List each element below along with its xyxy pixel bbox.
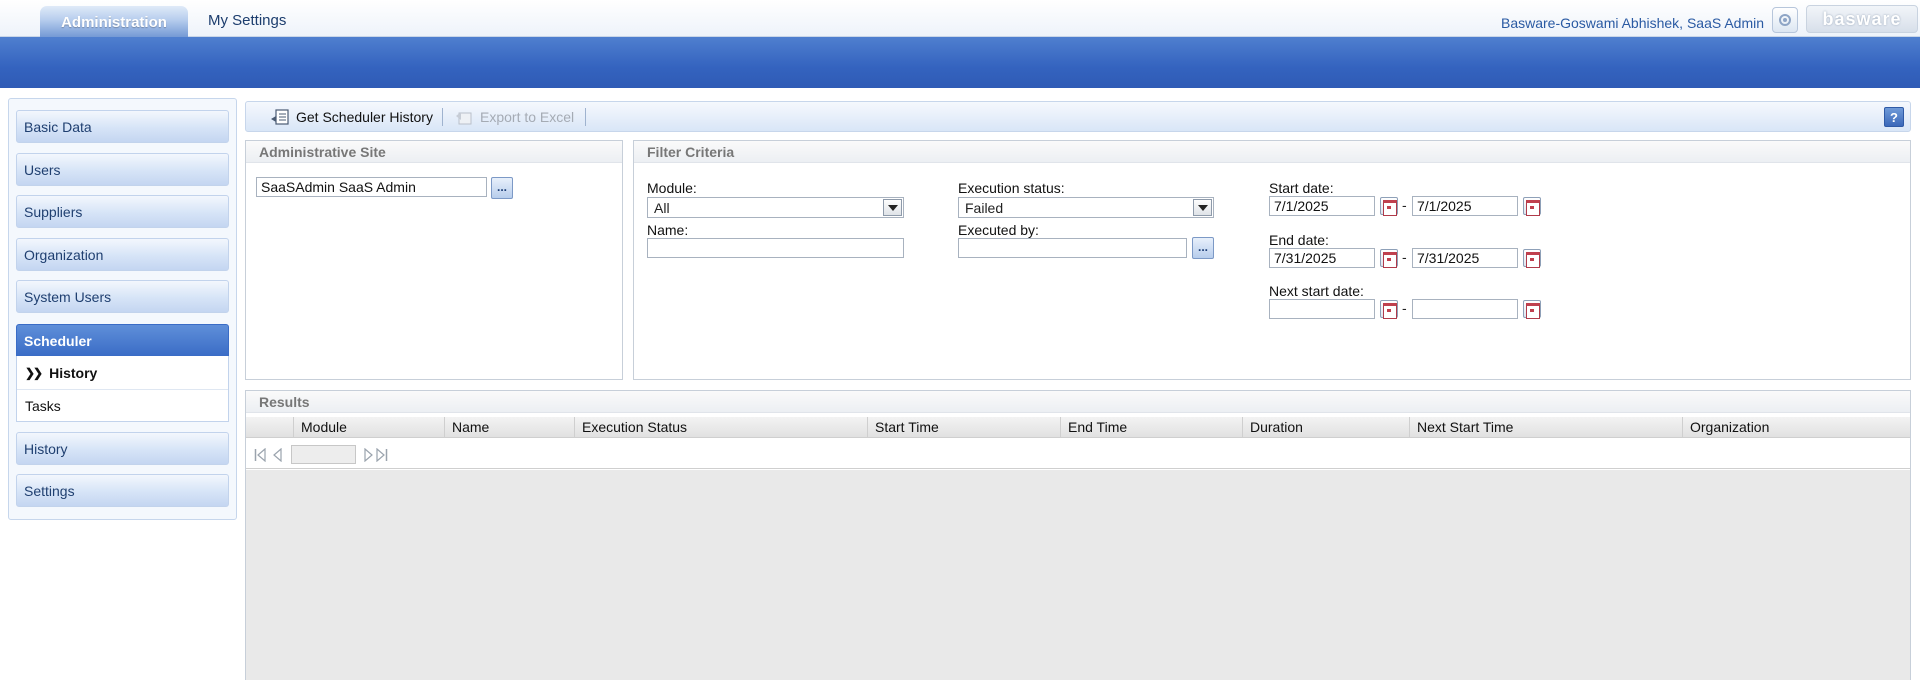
results-panel: Results Module Name Execution Status Sta… [245, 390, 1911, 680]
export-excel-icon [454, 108, 474, 126]
first-page-icon[interactable] [254, 448, 266, 462]
range-dash: - [1402, 197, 1407, 213]
column-header-module[interactable]: Module [293, 417, 444, 438]
column-header-execution-status[interactable]: Execution Status [574, 417, 867, 438]
next-start-date-from-input[interactable] [1269, 299, 1375, 319]
subnav-item-label: Tasks [25, 398, 61, 414]
filter-criteria-panel: Filter Criteria Module: All Name: Execut… [633, 140, 1911, 380]
next-start-date-to-input[interactable] [1412, 299, 1518, 319]
double-chevron-right-icon: ❯❯ [25, 365, 43, 380]
name-label: Name: [647, 222, 689, 238]
calendar-icon[interactable] [1523, 249, 1541, 268]
calendar-icon[interactable] [1380, 300, 1398, 319]
calendar-icon[interactable] [1380, 249, 1398, 268]
administrative-site-input[interactable] [256, 177, 487, 197]
end-date-label: End date: [1269, 232, 1329, 248]
module-label: Module: [647, 180, 697, 196]
name-input[interactable] [647, 238, 904, 258]
module-select-value: All [654, 199, 670, 216]
sidebar: Basic Data Users Suppliers Organization … [8, 98, 237, 520]
calendar-icon[interactable] [1380, 197, 1398, 216]
column-header-select [246, 417, 293, 438]
last-page-icon[interactable] [376, 448, 388, 462]
basware-logo: basware [1806, 5, 1918, 33]
start-date-label: Start date: [1269, 180, 1334, 196]
subnav-item-history[interactable]: ❯❯ History [17, 356, 228, 389]
execution-status-select[interactable]: Failed [958, 197, 1214, 218]
subnav-item-label: History [49, 364, 98, 381]
column-header-name[interactable]: Name [444, 417, 574, 438]
execution-status-value: Failed [965, 199, 1004, 216]
next-page-icon[interactable] [362, 448, 374, 462]
sidebar-item-organization[interactable]: Organization [16, 238, 229, 271]
range-dash: - [1402, 300, 1407, 316]
sidebar-item-scheduler[interactable]: Scheduler [16, 324, 229, 357]
column-header-start-time[interactable]: Start Time [867, 417, 1060, 438]
toolbar-separator [442, 108, 443, 126]
header-band [0, 37, 1920, 88]
tab-my-settings[interactable]: My Settings [208, 12, 286, 29]
toolbar-separator [585, 108, 586, 126]
calendar-icon[interactable] [1523, 300, 1541, 319]
start-date-to-input[interactable] [1412, 196, 1518, 216]
sidebar-item-history[interactable]: History [16, 432, 229, 465]
start-date-from-input[interactable] [1269, 196, 1375, 216]
sidebar-item-basic-data[interactable]: Basic Data [16, 110, 229, 143]
column-header-duration[interactable]: Duration [1242, 417, 1409, 438]
calendar-icon[interactable] [1523, 197, 1541, 216]
executed-by-browse-button[interactable]: ... [1192, 237, 1214, 259]
column-header-end-time[interactable]: End Time [1060, 417, 1242, 438]
administrative-site-title: Administrative Site [246, 141, 622, 163]
chevron-down-icon[interactable] [883, 199, 902, 216]
help-button[interactable]: ? [1884, 107, 1904, 127]
administrative-site-browse-button[interactable]: ... [491, 177, 513, 199]
logout-button[interactable] [1772, 7, 1798, 33]
executed-by-input[interactable] [958, 238, 1187, 258]
toolbar: Get Scheduler History Export to Excel ? [245, 101, 1911, 132]
refresh-document-icon [270, 108, 290, 126]
previous-page-icon[interactable] [272, 448, 284, 462]
column-header-next-start-time[interactable]: Next Start Time [1409, 417, 1682, 438]
chevron-down-icon[interactable] [1193, 199, 1212, 216]
next-start-date-label: Next start date: [1269, 283, 1364, 299]
export-to-excel-label: Export to Excel [480, 109, 575, 125]
sidebar-item-settings[interactable]: Settings [16, 474, 229, 507]
end-date-from-input[interactable] [1269, 248, 1375, 268]
results-title: Results [246, 391, 1910, 413]
sidebar-item-system-users[interactable]: System Users [16, 280, 229, 313]
filter-criteria-title: Filter Criteria [634, 141, 1910, 163]
execution-status-label: Execution status: [958, 180, 1065, 196]
end-date-to-input[interactable] [1412, 248, 1518, 268]
results-grid-header: Module Name Execution Status Start Time … [246, 417, 1910, 438]
administrative-site-panel: Administrative Site ... [245, 140, 623, 380]
module-select[interactable]: All [647, 197, 904, 218]
scheduler-subnav: ❯❯ History Tasks [16, 356, 229, 422]
executed-by-label: Executed by: [958, 222, 1039, 238]
subnav-item-tasks[interactable]: Tasks [17, 389, 228, 422]
sidebar-item-suppliers[interactable]: Suppliers [16, 195, 229, 228]
page-number-input[interactable] [291, 445, 356, 464]
get-scheduler-history-button[interactable]: Get Scheduler History [270, 107, 433, 127]
get-scheduler-history-label: Get Scheduler History [296, 109, 433, 125]
pager [246, 438, 1910, 469]
power-icon [1779, 14, 1791, 26]
range-dash: - [1402, 249, 1407, 265]
export-to-excel-button[interactable]: Export to Excel [454, 107, 574, 127]
top-bar: Administration My Settings Basware-Goswa… [0, 0, 1920, 39]
user-name: Basware-Goswami Abhishek, SaaS Admin [1500, 15, 1764, 31]
sidebar-item-users[interactable]: Users [16, 153, 229, 186]
column-header-organization[interactable]: Organization [1682, 417, 1912, 438]
tab-administration[interactable]: Administration [40, 6, 188, 39]
results-grid-body [246, 470, 1910, 680]
